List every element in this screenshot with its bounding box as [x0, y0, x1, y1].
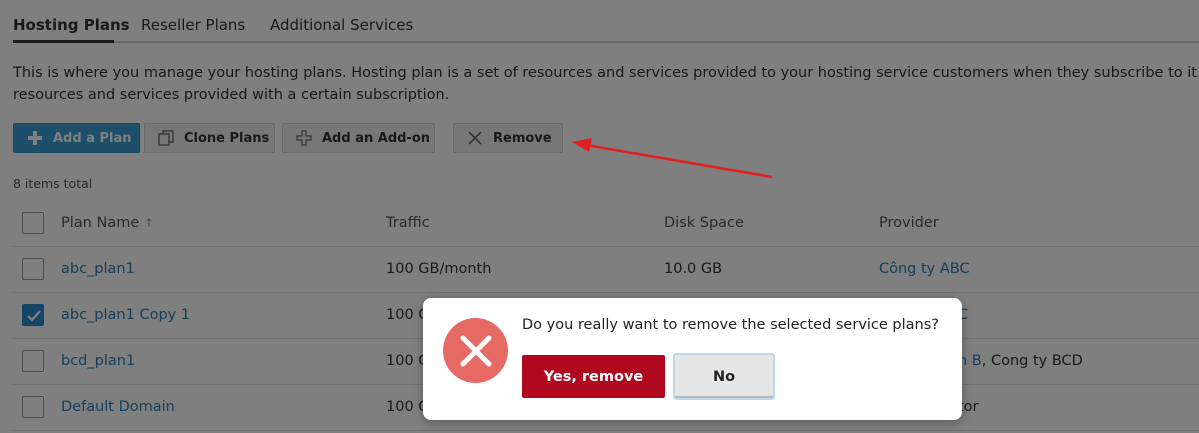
- cancel-button[interactable]: No: [673, 353, 775, 400]
- confirm-remove-button[interactable]: Yes, remove: [522, 355, 665, 398]
- confirm-remove-dialog: Do you really want to remove the selecte…: [423, 298, 962, 420]
- hosting-plans-page: Hosting Plans Reseller Plans Additional …: [0, 0, 1199, 433]
- dialog-message: Do you really want to remove the selecte…: [522, 317, 939, 333]
- error-icon: [443, 318, 508, 383]
